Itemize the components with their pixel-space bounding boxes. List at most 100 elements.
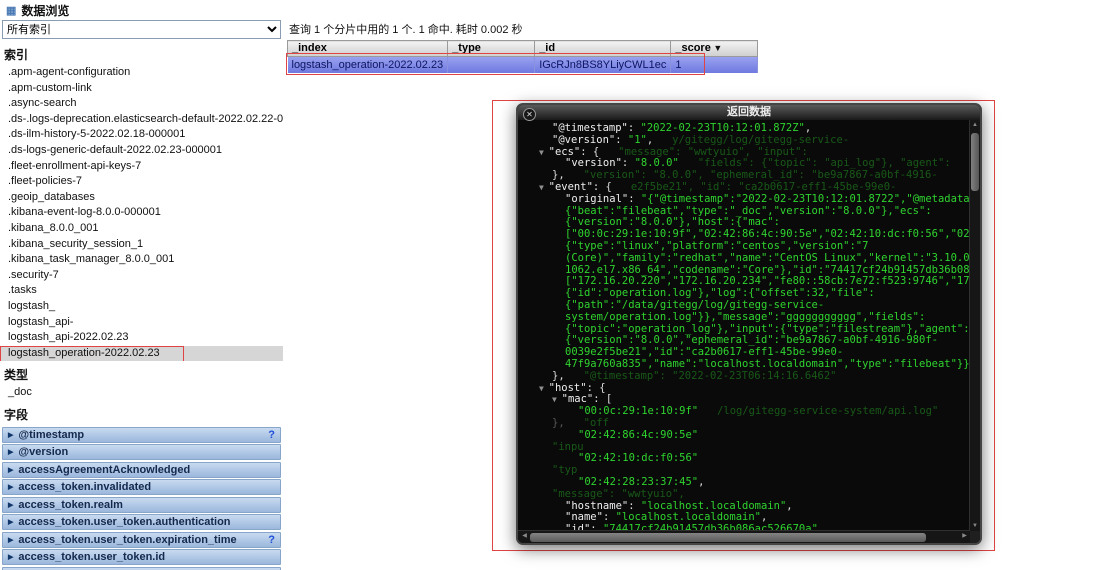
json-line: {"path":"/data/gitegg/log/gitegg-service… [565,299,825,311]
vertical-scrollbar[interactable]: ▲ ▼ [969,120,980,531]
json-line: ▼ "event": { e2f5be21", "id": "ca2b0617-… [539,181,897,193]
scroll-up-icon[interactable]: ▲ [970,120,980,130]
index-list-item[interactable]: .kibana-event-log-8.0.0-000001 [0,205,283,221]
result-cell: IGcRJn8BS8YLiyCWL1ec [534,56,672,73]
index-list-item[interactable]: .fleet-policies-7 [0,174,283,190]
json-line: "hostname": "localhost.localdomain", [565,500,793,512]
help-icon[interactable]: ? [268,534,275,546]
field-item[interactable]: ▶ access_token.invalidated [2,479,281,496]
app-header: ▦ 数据浏览 [0,0,1098,18]
column-header-index[interactable]: _index [286,40,449,57]
json-line: "@timestamp": "2022-02-23T10:12:01.872Z"… [552,123,812,134]
json-line: }, "version": "8.0.0", "ephemeral_id": "… [552,170,938,182]
scroll-left-icon[interactable]: ◀ [519,531,530,542]
expand-arrow-icon: ▶ [8,466,14,474]
results-area: 查询 1 个分片中用的 1 个. 1 命中. 耗时 0.002 秒 _index… [286,18,1098,73]
field-item[interactable]: ▶ access_token.user_token.expiration_time… [2,531,281,548]
json-line: {"topic":"operation_log"},"input":{"type… [565,323,970,335]
field-item[interactable]: ▶ @version [2,444,281,461]
field-item[interactable]: ▶ access_token.realm [2,496,281,513]
field-item[interactable]: ▶ @timestamp? [2,426,281,443]
index-list-item[interactable]: logstash_api- [0,315,283,331]
json-line: }, "off [552,417,609,429]
index-list-item[interactable]: logstash_operation-2022.02.23 [0,345,283,362]
dialog-titlebar[interactable]: 返回数据 [518,105,980,120]
json-line: "02:42:10:dc:f0:56" [578,453,699,465]
scrollbar-corner [970,531,980,543]
scroll-down-icon[interactable]: ▼ [970,521,980,531]
result-cell [447,56,536,73]
index-list-item[interactable]: .apm-custom-link [0,81,283,97]
expand-arrow-icon: ▶ [8,484,14,492]
index-list-item[interactable]: .geoip_databases [0,190,283,206]
index-filter-select[interactable]: 所有索引 [2,20,281,39]
result-cell: 1 [670,56,759,73]
index-list-item[interactable]: .kibana_security_session_1 [0,237,283,253]
horizontal-scroll-thumb[interactable] [530,532,926,542]
field-list: ▶ @timestamp? ▶ @version ▶ accessAgreementAck… [0,426,283,570]
field-label: access_token.invalidated [18,481,152,494]
sort-desc-icon: ▼ [710,43,723,53]
json-line: ["172.16.20.220","172.16.20.234","fe80::… [565,276,970,288]
type-list-item[interactable]: _doc [0,385,283,401]
sidebar: 所有索引 索引 .apm-agent-configuration .apm-cus… [0,18,283,570]
section-label-index: 索引 [4,48,29,62]
json-line: {"version":"8.0.0","ephemeral_id":"be9a7… [565,335,938,347]
help-icon[interactable]: ? [268,429,275,441]
index-list-item[interactable]: .async-search [0,96,283,112]
json-line: 1062.el7.x86_64","codename":"Core"},"id"… [565,264,970,276]
column-header-id[interactable]: _id [534,40,672,57]
column-header-type[interactable]: _type [447,40,536,57]
result-cell: logstash_operation-2022.02.23 [287,56,449,73]
type-list: _doc [0,385,283,401]
json-line: {"beat":"filebeat","type":"_doc","versio… [565,205,932,217]
index-list-item[interactable]: .tasks [0,283,283,299]
column-header-score[interactable]: _score ▼ [670,40,759,57]
scroll-right-icon[interactable]: ▶ [959,531,970,542]
query-status-text: 查询 1 个分片中用的 1 个. 1 命中. 耗时 0.002 秒 [289,24,523,36]
field-label: access_token.user_token.expiration_time [18,533,237,546]
index-list-item[interactable]: logstash_ [0,299,283,315]
index-list-item[interactable]: .kibana_8.0.0_001 [0,221,283,237]
index-list-item[interactable]: .kibana_task_manager_8.0.0_001 [0,252,283,268]
field-item[interactable]: ▶ accessAgreementAcknowledged [2,461,281,478]
index-list-item[interactable]: logstash_api-2022.02.23 [0,330,283,346]
vertical-scroll-thumb[interactable] [971,133,979,191]
index-list-item[interactable]: .security-7 [0,268,283,284]
json-line: 47f9a760a835","name":"localhost.localdom… [565,358,970,370]
json-line: {"type":"linux","platform":"centos","ver… [565,240,869,252]
index-list-item[interactable]: .ds-logs-generic-default-2022.02.23-0000… [0,143,283,159]
json-line: "version": "8.0.0" "fields": {"topic": "… [565,158,951,170]
json-line: "@version": "1", y/gitegg/log/gitegg-ser… [552,134,850,146]
json-line: "inpu [552,441,584,453]
results-header-row: _index _type _id _score ▼ [286,40,759,57]
json-line: "typ [552,465,578,477]
index-list-item[interactable]: .fleet-enrollment-api-keys-7 [0,159,283,175]
json-line: ["00:0c:29:1e:10:9f","02:42:86:4c:90:5e"… [565,229,970,241]
json-line: system/operation.log"}},"message":"ggggg… [565,311,926,323]
results-table: _index _type _id _score ▼ logstash_operatio… [286,40,759,73]
field-label: access_token.user_token.authentication [18,516,231,529]
index-list-item[interactable]: .ds-ilm-history-5-2022.02.18-000001 [0,127,283,143]
json-line: (Core)","family":"redhat","name":"CentOS… [565,252,970,264]
index-list-item[interactable]: .ds-.logs-deprecation.elasticsearch-defa… [0,112,283,128]
field-item[interactable]: ▶ access_token.user_token.id [2,549,281,566]
json-line: ▼ "host": { [539,382,606,394]
expand-arrow-icon: ▶ [8,431,14,439]
result-row[interactable]: logstash_operation-2022.02.23 IGcRJn8BS8Y… [287,56,759,73]
json-response-view: "@timestamp": "2022-02-23T10:12:01.872Z"… [518,120,970,531]
expand-arrow-icon: ▶ [8,501,14,509]
return-data-dialog: 返回数据 ✕ "@timestamp": "2022-02-23T10:12:0… [516,103,982,545]
field-label: access_token.realm [18,498,123,511]
field-item[interactable]: ▶ access_token.user_token.authentication [2,514,281,531]
horizontal-scrollbar[interactable]: ◀ ▶ [518,530,970,543]
json-line: "message": "wwtyuio", [552,488,685,500]
json-line: "02:42:86:4c:90:5e" [578,429,699,441]
json-line: "02:42:28:23:37:45", [578,476,705,488]
json-line: {"version":"8.0.0"},"host":{"mac": [565,217,780,229]
json-line: ▼ "ecs": { "message": "wwtyuio", "input"… [539,146,808,158]
index-list-item[interactable]: .apm-agent-configuration [0,65,283,81]
field-label: access_token.user_token.id [18,551,166,564]
json-line: "name": "localhost.localdomain", [565,512,768,524]
expand-arrow-icon: ▶ [8,519,14,527]
